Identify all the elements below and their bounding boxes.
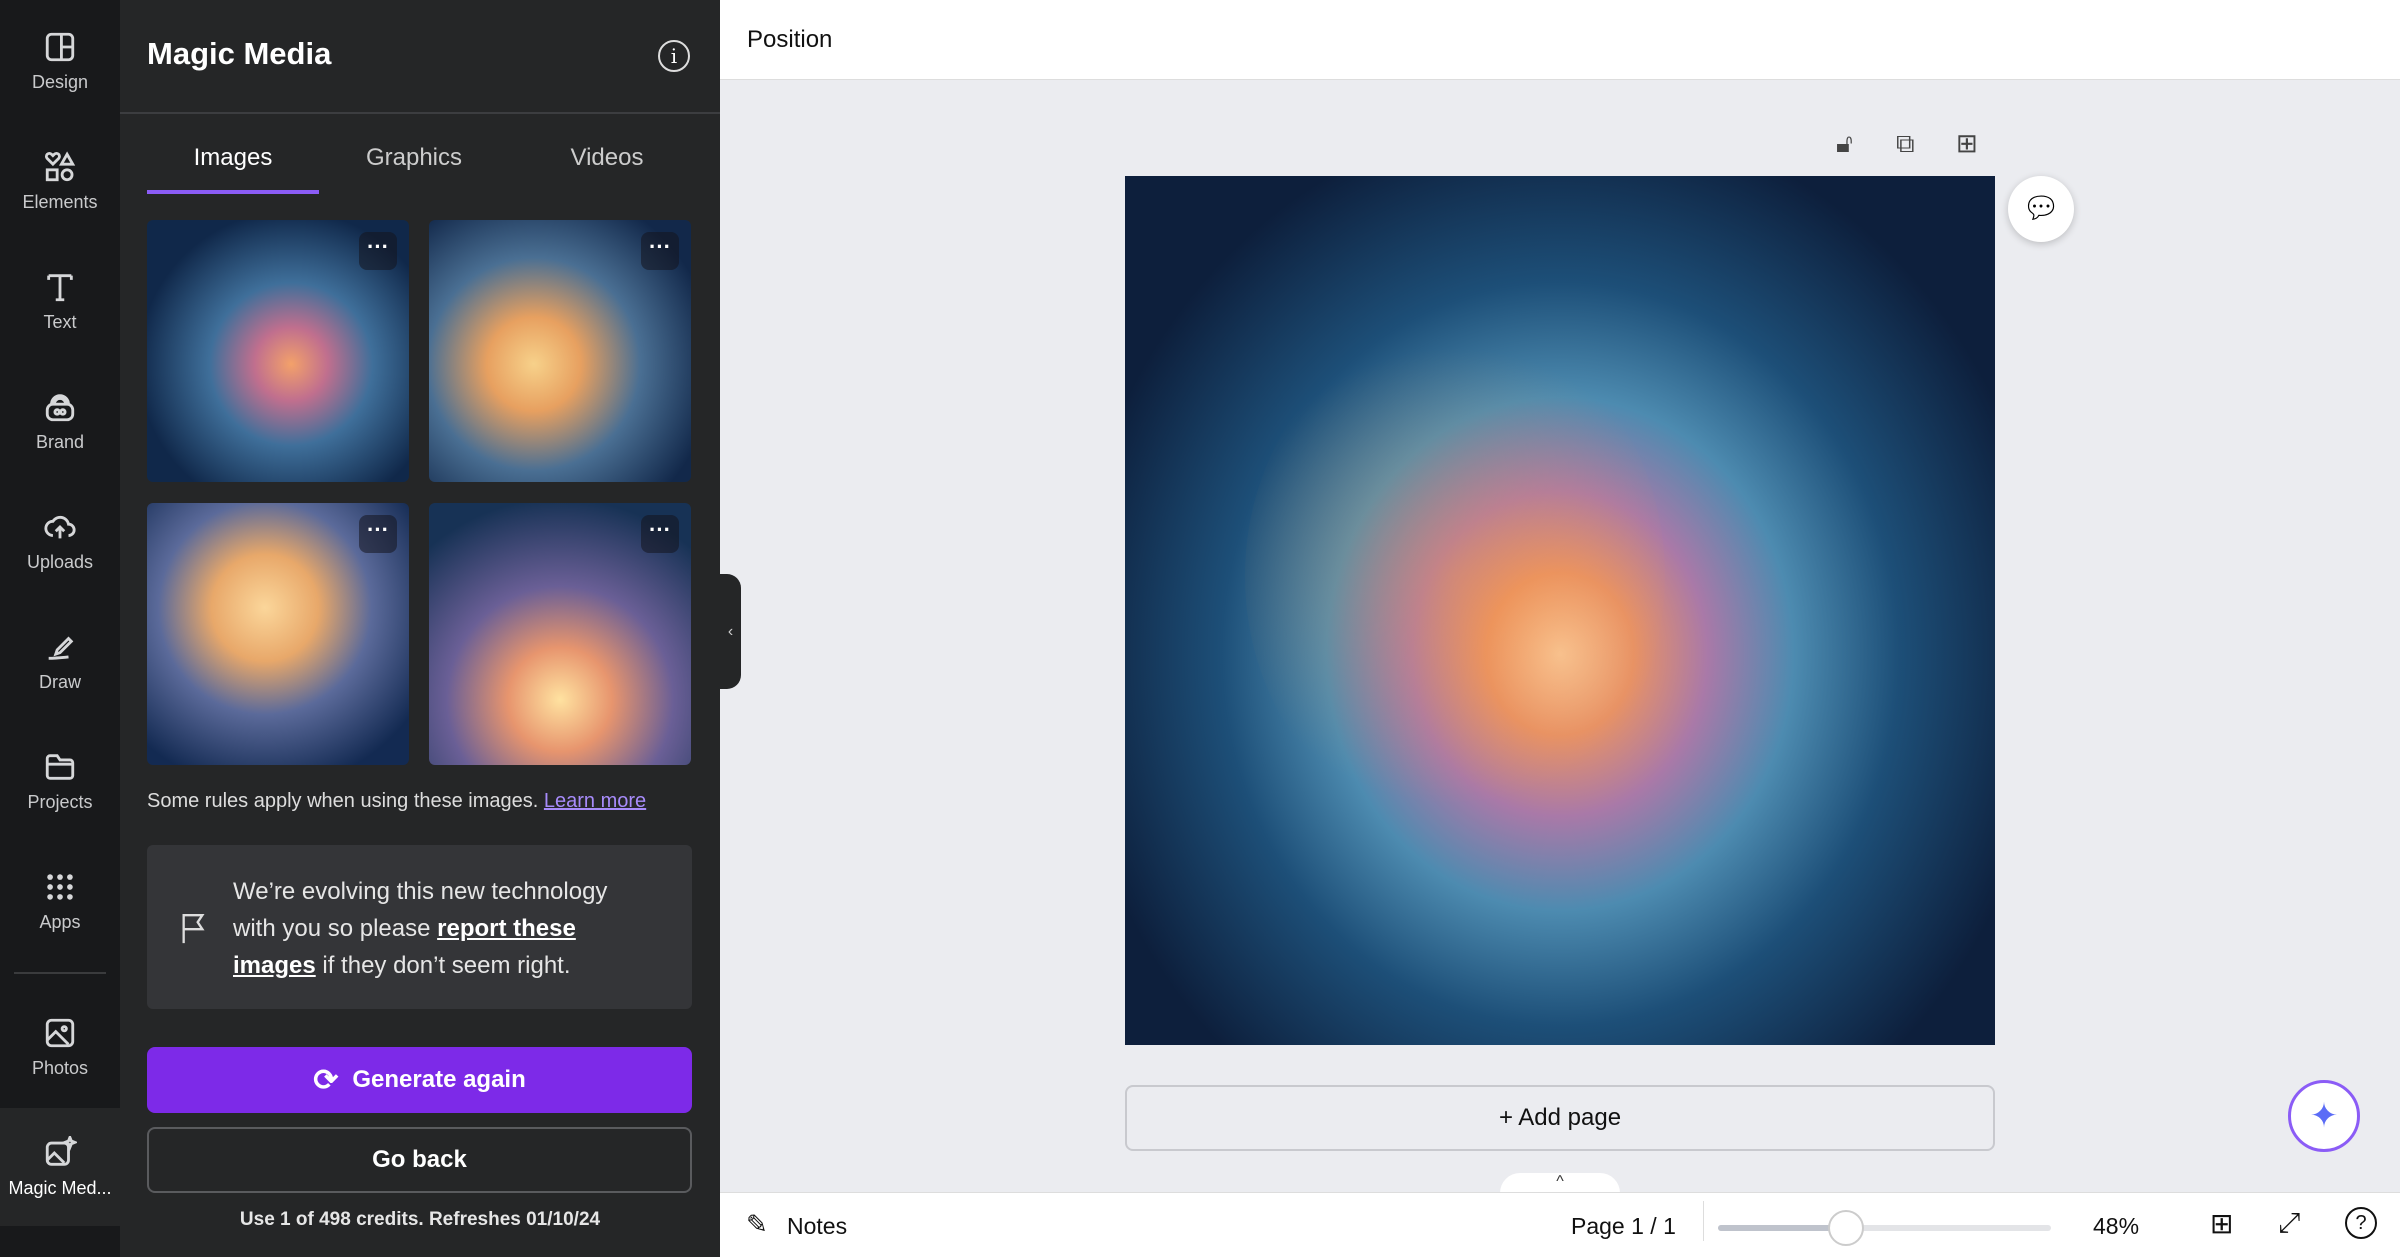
- rules-text: Some rules apply when using these images…: [147, 790, 539, 812]
- duplicate-icon[interactable]: ⧉: [1896, 128, 1915, 160]
- notes-button[interactable]: Notes: [787, 1213, 847, 1240]
- rail-label: Uploads: [26, 551, 94, 572]
- bottom-bar: ✎ Notes Page 1 / 1 48% ⊞ ⤢ ?: [720, 1192, 2400, 1257]
- rail-item-design[interactable]: Design: [0, 6, 120, 116]
- go-back-button[interactable]: Go back: [147, 1127, 692, 1193]
- rail-label: Elements: [22, 191, 98, 212]
- apps-grid-icon: [47, 873, 73, 900]
- generated-image-3[interactable]: ···: [147, 503, 409, 765]
- feedback-post: if they don’t seem right.: [315, 952, 571, 979]
- panel-title: Magic Media: [147, 36, 332, 71]
- learn-more-link[interactable]: Learn more: [544, 790, 646, 812]
- text-icon: [47, 273, 73, 301]
- rail-item-magic-media[interactable]: Magic Med...: [0, 1108, 120, 1226]
- notes-icon[interactable]: ✎: [746, 1209, 768, 1240]
- brand-icon: [45, 393, 75, 421]
- position-button[interactable]: Position: [747, 26, 832, 54]
- more-options-icon[interactable]: ···: [359, 232, 397, 270]
- rail-label: Magic Med...: [8, 1177, 112, 1198]
- rail-item-text[interactable]: Text: [0, 246, 120, 356]
- info-icon[interactable]: i: [658, 40, 690, 72]
- left-rail: Design Elements Text Brand Uploads Draw …: [0, 0, 120, 1257]
- feedback-text: We’re evolving this new technology with …: [233, 873, 653, 984]
- collapse-panel-handle[interactable]: ‹: [720, 574, 741, 689]
- rail-label: Draw: [38, 671, 81, 692]
- help-icon[interactable]: ?: [2345, 1207, 2377, 1239]
- page-divider: [1703, 1201, 1704, 1241]
- generate-again-label: Generate again: [352, 1066, 526, 1093]
- credits-text: Use 1 of 498 credits. Refreshes 01/10/24: [239, 1209, 601, 1230]
- chevron-left-icon: ‹: [727, 623, 734, 640]
- rail-item-apps[interactable]: Apps: [0, 846, 120, 956]
- zoom-slider-fill: [1718, 1225, 1846, 1231]
- rail-divider: [14, 972, 106, 974]
- photo-icon: [45, 1018, 75, 1047]
- more-options-icon[interactable]: ···: [359, 515, 397, 553]
- usage-rules: Some rules apply when using these images…: [147, 790, 646, 813]
- magic-media-panel: Magic Media i Images Graphics Videos ···…: [120, 0, 720, 1257]
- draw-icon: [48, 635, 74, 660]
- canvas-unicorn-image[interactable]: [1125, 176, 1995, 1045]
- chevron-up-icon: ^: [1556, 1173, 1564, 1190]
- magic-assistant-icon[interactable]: ✦: [2288, 1080, 2360, 1152]
- tab-graphics[interactable]: Graphics: [328, 144, 500, 194]
- zoom-level[interactable]: 48%: [2093, 1213, 2139, 1240]
- feedback-box: We’re evolving this new technology with …: [147, 845, 692, 1009]
- grid-view-icon[interactable]: ⊞: [2210, 1207, 2233, 1240]
- rail-item-brand[interactable]: Brand: [0, 366, 120, 476]
- add-page-button[interactable]: + Add page: [1125, 1085, 1995, 1151]
- more-options-icon[interactable]: ···: [641, 515, 679, 553]
- generated-image-4[interactable]: ···: [429, 503, 691, 765]
- add-page-icon[interactable]: ⊞: [1956, 128, 1978, 159]
- rail-label: Apps: [39, 911, 81, 932]
- unicorn-mane: [1245, 326, 1665, 826]
- lock-icon[interactable]: 🔓︎: [1836, 128, 1853, 160]
- rail-label: Text: [43, 311, 77, 332]
- generated-image-1[interactable]: ···: [147, 220, 409, 482]
- add-comment-icon[interactable]: 💬︎: [2008, 176, 2074, 242]
- fullscreen-icon[interactable]: ⤢: [2278, 1207, 2300, 1240]
- zoom-slider[interactable]: [1718, 1210, 2051, 1246]
- generated-image-2[interactable]: ···: [429, 220, 691, 482]
- rail-item-draw[interactable]: Draw: [0, 606, 120, 716]
- tab-videos[interactable]: Videos: [521, 144, 693, 194]
- rail-label: Projects: [27, 791, 93, 812]
- folder-icon: [45, 753, 75, 780]
- more-options-icon[interactable]: ···: [641, 232, 679, 270]
- zoom-slider-thumb[interactable]: [1827, 1210, 1864, 1246]
- rail-item-elements[interactable]: Elements: [0, 126, 120, 236]
- rail-label: Photos: [31, 1057, 89, 1078]
- design-icon: [45, 32, 75, 61]
- panel-divider: [120, 112, 720, 114]
- generate-again-button[interactable]: ⟳ Generate again: [147, 1047, 692, 1113]
- elements-icon: [44, 150, 76, 181]
- flag-icon: [182, 914, 205, 944]
- tab-images[interactable]: Images: [147, 144, 319, 194]
- rail-item-uploads[interactable]: Uploads: [0, 486, 120, 596]
- refresh-icon: ⟳: [313, 1063, 339, 1097]
- magic-media-icon: [45, 1135, 77, 1166]
- rail-label: Design: [31, 71, 89, 92]
- rail-item-photos[interactable]: Photos: [0, 992, 120, 1102]
- rail-label: Brand: [35, 431, 85, 452]
- rail-item-projects[interactable]: Projects: [0, 726, 120, 836]
- cloud-upload-icon: [44, 515, 76, 538]
- page-indicator[interactable]: Page 1 / 1: [1571, 1213, 1676, 1240]
- top-bar: Position: [720, 0, 2400, 80]
